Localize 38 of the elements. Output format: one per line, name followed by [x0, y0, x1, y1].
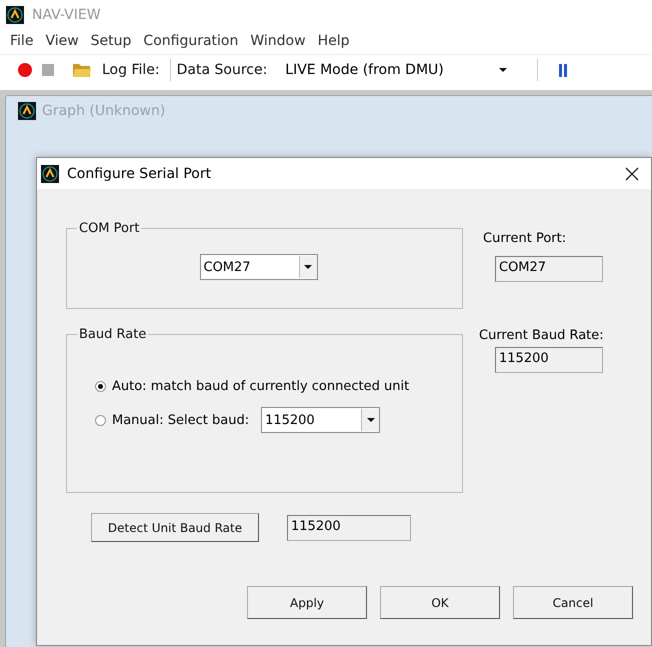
- dialog-title: Configure Serial Port: [67, 166, 212, 182]
- radio-button[interactable]: [95, 414, 106, 426]
- record-icon[interactable]: [18, 63, 32, 77]
- log-file-label: Log File:: [102, 62, 160, 78]
- com-port-select[interactable]: COM27: [200, 254, 318, 280]
- pause-icon[interactable]: [558, 64, 568, 76]
- group-label: Baud Rate: [78, 327, 148, 342]
- menu-item[interactable]: Setup: [84, 33, 138, 49]
- radio-label: Manual: Select baud:: [112, 412, 250, 428]
- folder-icon[interactable]: [72, 62, 92, 78]
- current-baud-label: Current Baud Rate:: [479, 328, 604, 343]
- current-port-field: COM27: [495, 256, 603, 282]
- menu-item[interactable]: Help: [312, 33, 356, 49]
- detect-baud-button[interactable]: Detect Unit Baud Rate: [91, 513, 259, 542]
- group-label: COM Port: [78, 221, 140, 236]
- detected-baud-field: 115200: [287, 514, 411, 540]
- baud-select[interactable]: 115200: [261, 407, 380, 433]
- menu-item[interactable]: View: [39, 33, 85, 49]
- current-baud-field: 115200: [495, 347, 603, 373]
- menu-item[interactable]: File: [4, 33, 40, 49]
- dropdown-arrow-icon: [304, 265, 312, 269]
- app-logo-icon: [6, 6, 24, 24]
- dialog-button[interactable]: Cancel: [513, 586, 633, 619]
- radio-label: Auto: match baud of currently connected unit: [112, 378, 410, 394]
- dropdown-arrow-icon: [499, 68, 508, 72]
- app-logo-icon: [41, 164, 59, 182]
- data-source-label: Data Source:: [176, 62, 268, 78]
- radio-button[interactable]: [95, 380, 106, 392]
- dialog-button[interactable]: OK: [380, 586, 500, 619]
- menu-item[interactable]: Configuration: [137, 33, 244, 49]
- child-window-title: Graph (Unknown): [42, 103, 166, 119]
- window-title: NAV-VIEW: [32, 7, 101, 23]
- dropdown-arrow-icon: [366, 418, 375, 422]
- close-icon: [625, 166, 639, 180]
- app-logo-icon: [18, 102, 36, 120]
- dialog-button[interactable]: Apply: [247, 586, 367, 619]
- current-port-label: Current Port:: [483, 231, 568, 246]
- menu-item[interactable]: Window: [244, 33, 312, 49]
